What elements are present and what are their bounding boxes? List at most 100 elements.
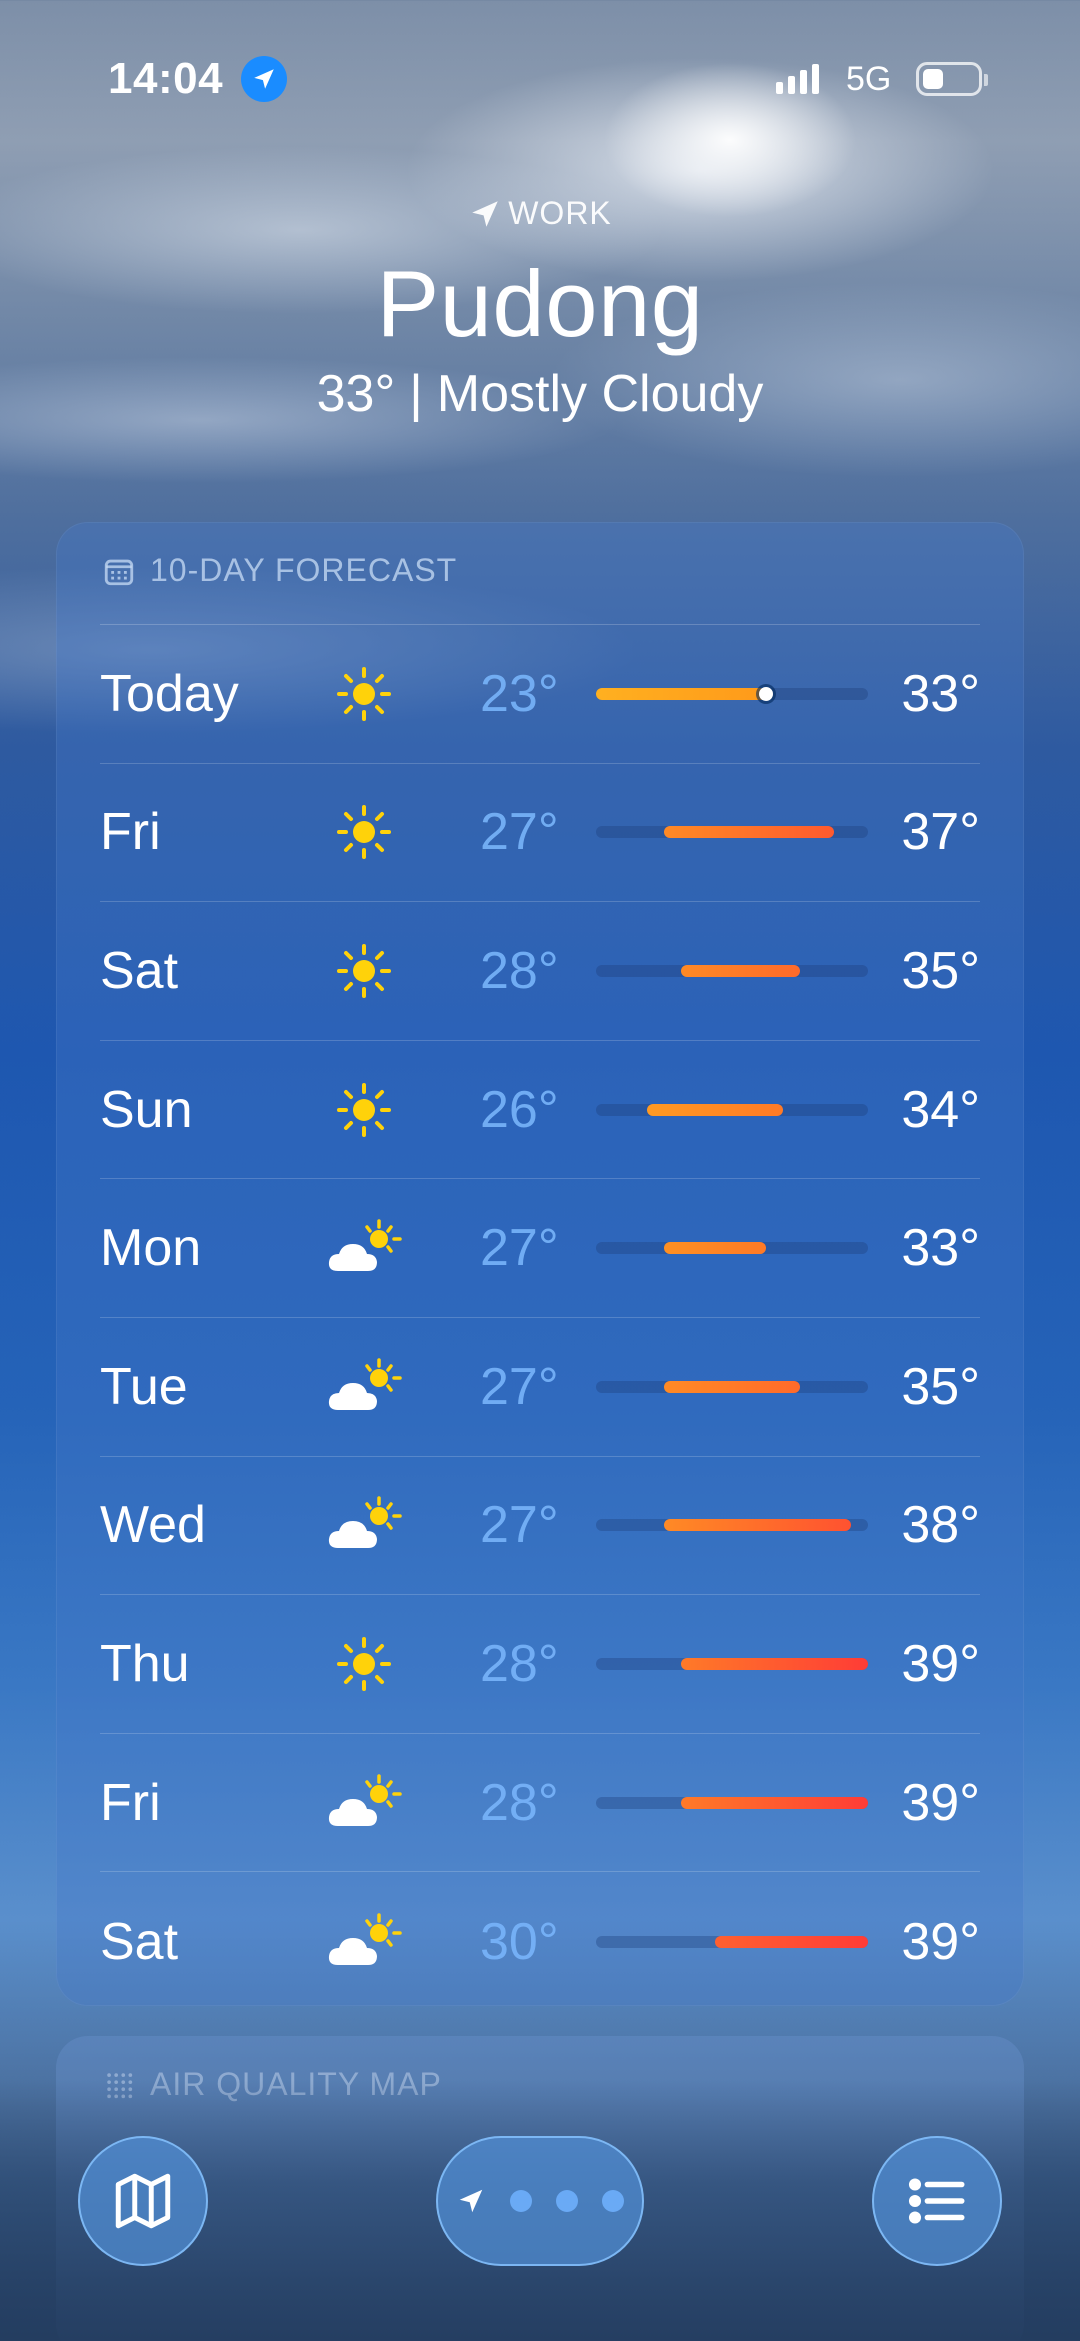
forecast-row[interactable]: Sat 28° 35° (100, 902, 980, 1041)
forecast-day-label: Tue (100, 1357, 188, 1416)
network-type: 5G (846, 60, 892, 98)
temperature-range-bar (596, 1657, 868, 1670)
temperature-range-bar (596, 1380, 868, 1393)
partly-cloudy-icon (324, 1768, 404, 1838)
temperature-range-fill (715, 1935, 868, 1948)
forecast-row[interactable]: Fri 28° 39° (100, 1734, 980, 1873)
location-label-text: WORK (508, 195, 612, 231)
forecast-high-temp: 33° (901, 1219, 980, 1278)
forecast-high-temp: 35° (901, 1357, 980, 1416)
forecast-row[interactable]: Wed 27° 38° (100, 1457, 980, 1596)
forecast-high-temp: 39° (901, 1912, 980, 1971)
page-dot[interactable] (556, 2190, 578, 2212)
forecast-day-label: Sat (100, 1912, 179, 1971)
status-bar: 14:04 5G (0, 52, 1080, 108)
forecast-row[interactable]: Today 23° 33° (100, 625, 980, 764)
partly-cloudy-icon (324, 1352, 404, 1422)
location-arrow-icon (241, 56, 287, 102)
location-pager[interactable] (436, 2136, 644, 2266)
forecast-low-temp: 28° (480, 1773, 559, 1832)
forecast-high-temp: 39° (901, 1634, 980, 1693)
forecast-rows: Today 23° 33° Fri 27° 37° Sat 28° 35° Sun 26° 34° Mo… (100, 625, 980, 2011)
temperature-range-fill (681, 1796, 868, 1809)
forecast-row[interactable]: Mon 27° 33° (100, 1179, 980, 1318)
summary-separator: | (409, 365, 423, 423)
temperature-range-fill (596, 687, 766, 700)
forecast-low-temp: 26° (480, 1080, 559, 1139)
sun-icon (324, 936, 404, 1006)
forecast-low-temp: 27° (480, 803, 559, 862)
forecast-day-label: Thu (100, 1634, 190, 1693)
ten-day-forecast-card[interactable]: 10-DAY FORECAST Today 23° 33° Fri 27° 37° Sat 2… (56, 522, 1024, 2006)
temperature-range-fill (681, 964, 800, 977)
forecast-row[interactable]: Thu 28° 39° (100, 1595, 980, 1734)
battery-icon (916, 62, 988, 96)
temperature-range-bar (596, 686, 868, 701)
temperature-range-bar (596, 1519, 868, 1532)
current-temperature: 33° (316, 365, 396, 423)
sun-icon (324, 797, 404, 867)
forecast-high-temp: 34° (901, 1080, 980, 1139)
location-arrow-icon[interactable] (456, 2186, 486, 2216)
status-time: 14:04 (108, 54, 224, 103)
temperature-range-fill (681, 1657, 868, 1670)
page-dot[interactable] (510, 2190, 532, 2212)
temperature-range-fill (664, 1519, 851, 1532)
forecast-low-temp: 28° (480, 1634, 559, 1693)
current-temp-indicator (759, 686, 773, 701)
location-header: WORK Pudong 33° | Mostly Cloudy (0, 195, 1080, 424)
forecast-day-label: Sat (100, 941, 179, 1000)
forecast-high-temp: 37° (901, 803, 980, 862)
sun-icon (324, 1075, 404, 1145)
cellular-signal-icon (776, 62, 819, 94)
forecast-day-label: Mon (100, 1219, 202, 1278)
forecast-day-label: Fri (100, 1773, 161, 1832)
location-arrow-icon (472, 200, 498, 227)
forecast-row[interactable]: Sun 26° 34° (100, 1041, 980, 1180)
temperature-range-fill (664, 1380, 800, 1393)
forecast-day-label: Wed (100, 1496, 206, 1555)
forecast-low-temp: 28° (480, 941, 559, 1000)
forecast-high-temp: 38° (901, 1496, 980, 1555)
forecast-high-temp: 33° (901, 664, 980, 723)
forecast-card-title: 10-DAY FORECAST (150, 552, 458, 588)
map-icon (115, 2173, 171, 2229)
list-icon (908, 2178, 965, 2224)
forecast-low-temp: 23° (480, 664, 559, 723)
temperature-range-bar (596, 1103, 868, 1116)
forecast-day-label: Sun (100, 1080, 193, 1139)
city-name: Pudong (376, 251, 704, 356)
current-condition: Mostly Cloudy (436, 365, 764, 423)
partly-cloudy-icon (324, 1490, 404, 1560)
sun-icon (324, 659, 404, 729)
forecast-row[interactable]: Fri 27° 37° (100, 764, 980, 903)
temperature-range-bar (596, 826, 868, 839)
forecast-low-temp: 27° (480, 1496, 559, 1555)
forecast-low-temp: 27° (480, 1219, 559, 1278)
temperature-range-bar (596, 964, 868, 977)
calendar-icon (104, 559, 134, 585)
temperature-range-fill (647, 1103, 783, 1116)
temperature-range-bar (596, 1242, 868, 1255)
location-label: WORK (0, 195, 1080, 232)
forecast-day-label: Today (100, 664, 239, 723)
forecast-low-temp: 27° (480, 1357, 559, 1416)
temperature-range-bar (596, 1796, 868, 1809)
forecast-high-temp: 35° (901, 941, 980, 1000)
forecast-low-temp: 30° (480, 1912, 559, 1971)
partly-cloudy-icon (324, 1907, 404, 1977)
forecast-high-temp: 39° (901, 1773, 980, 1832)
temperature-range-fill (664, 1242, 766, 1255)
forecast-card-header: 10-DAY FORECAST (102, 552, 457, 589)
sun-icon (324, 1629, 404, 1699)
temperature-range-fill (664, 826, 834, 839)
forecast-row[interactable]: Sat 30° 39° (100, 1872, 980, 2011)
map-button[interactable] (78, 2136, 208, 2266)
partly-cloudy-icon (324, 1213, 404, 1283)
temperature-range-bar (596, 1935, 868, 1948)
current-summary: 33° | Mostly Cloudy (0, 364, 1080, 424)
forecast-day-label: Fri (100, 803, 161, 862)
forecast-row[interactable]: Tue 27° 35° (100, 1318, 980, 1457)
page-dot[interactable] (602, 2190, 624, 2212)
list-button[interactable] (872, 2136, 1002, 2266)
